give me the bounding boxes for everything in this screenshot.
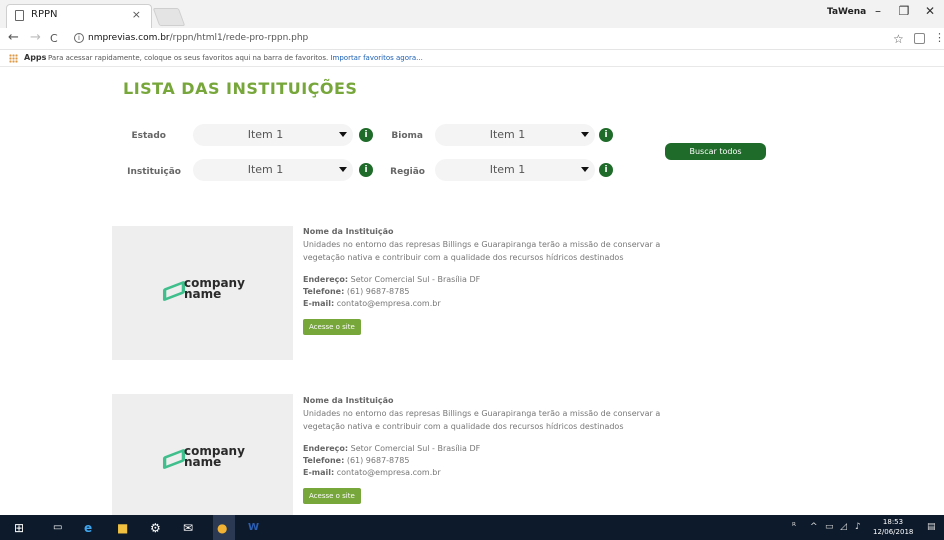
- reload-button[interactable]: C: [50, 32, 58, 45]
- regiao-info-icon[interactable]: i: [599, 163, 613, 177]
- institution-description: Unidades no entorno das represas Billing…: [303, 409, 661, 431]
- regiao-select[interactable]: Item 1: [435, 159, 595, 181]
- profile-name[interactable]: TaWena: [827, 7, 866, 17]
- page-title: LISTA DAS INSTITUIÇÕES: [123, 79, 358, 98]
- company-logo: company name: [162, 276, 254, 308]
- browser-menu-icon[interactable]: ⋮: [934, 31, 944, 44]
- phone-value: (61) 9687-8785: [346, 456, 410, 465]
- chevron-down-icon: [339, 132, 347, 137]
- estado-value: Item 1: [247, 128, 284, 141]
- clock-time: 18:53: [882, 518, 904, 526]
- institution-logo-image: company name: [112, 394, 293, 515]
- visit-site-button[interactable]: Acesse o site: [303, 319, 361, 335]
- chevron-down-icon: [581, 167, 589, 172]
- windows-start-icon[interactable]: ⊞: [14, 521, 24, 535]
- bioma-label: Bioma: [391, 131, 423, 141]
- regiao-label: Região: [390, 167, 425, 177]
- address-label: Endereço:: [303, 275, 349, 284]
- company-logo-text: company name: [184, 276, 245, 301]
- bioma-info-icon[interactable]: i: [599, 128, 613, 142]
- clock-date: 12/06/2018: [873, 528, 914, 536]
- chevron-down-icon: [339, 167, 347, 172]
- document-icon: [15, 10, 24, 21]
- new-tab-button[interactable]: [152, 8, 186, 26]
- chevron-down-icon: [581, 132, 589, 137]
- wifi-icon[interactable]: ◿: [840, 522, 847, 532]
- institution-logo-image: company name: [112, 226, 293, 360]
- company-logo: company name: [162, 444, 254, 476]
- people-icon[interactable]: ᴿ: [792, 522, 796, 532]
- tab-title: RPPN: [31, 9, 58, 20]
- institution-contact: Endereço: Setor Comercial Sul - Brasília…: [303, 443, 723, 479]
- address-label: Endereço:: [303, 444, 349, 453]
- browser-tab[interactable]: RPPN ×: [6, 4, 152, 28]
- url-text[interactable]: nmprevias.com.br/rppn/html1/rede-pro-rpp…: [88, 33, 308, 43]
- bookmarks-hint: Para acessar rapidamente, coloque os seu…: [48, 54, 423, 62]
- battery-icon[interactable]: ▭: [825, 522, 834, 532]
- institution-card: Nome da Instituição Unidades no entorno …: [303, 227, 723, 335]
- notifications-icon[interactable]: ▤: [927, 522, 936, 532]
- institution-contact: Endereço: Setor Comercial Sul - Brasília…: [303, 274, 723, 310]
- address-value: Setor Comercial Sul - Brasília DF: [350, 444, 481, 453]
- instituicao-select[interactable]: Item 1: [193, 159, 353, 181]
- phone-value: (61) 9687-8785: [346, 287, 410, 296]
- institution-card: Nome da Instituição Unidades no entorno …: [303, 396, 723, 504]
- bookmarks-bar: Apps Para acessar rapidamente, coloque o…: [0, 50, 944, 67]
- company-logo-icon: [162, 448, 186, 470]
- email-label: E-mail:: [303, 299, 335, 308]
- volume-icon[interactable]: ♪: [855, 522, 861, 532]
- estado-select[interactable]: Item 1: [193, 124, 353, 146]
- edge-browser-icon[interactable]: e: [84, 521, 92, 535]
- import-bookmarks-link[interactable]: Importar favoritos agora...: [330, 54, 422, 62]
- back-button[interactable]: ←: [8, 30, 19, 45]
- visit-site-button[interactable]: Acesse o site: [303, 488, 361, 504]
- search-all-button[interactable]: Buscar todos: [665, 143, 766, 160]
- close-window-button[interactable]: ✕: [918, 4, 942, 18]
- restore-button[interactable]: ❐: [892, 4, 916, 18]
- page-content: LISTA DAS INSTITUIÇÕES Estado Item 1 i B…: [0, 67, 944, 515]
- apps-link[interactable]: Apps: [24, 53, 46, 62]
- bioma-select[interactable]: Item 1: [435, 124, 595, 146]
- institution-name: Nome da Instituição: [303, 396, 394, 405]
- chrome-icon: ●: [217, 521, 228, 535]
- email-value: contato@empresa.com.br: [336, 468, 441, 477]
- company-logo-icon: [162, 280, 186, 302]
- phone-label: Telefone:: [303, 287, 345, 296]
- address-value: Setor Comercial Sul - Brasília DF: [350, 275, 481, 284]
- chrome-taskbar-button[interactable]: ●: [213, 515, 235, 540]
- address-bar[interactable]: i nmprevias.com.br/rppn/html1/rede-pro-r…: [70, 30, 920, 48]
- email-label: E-mail:: [303, 468, 335, 477]
- apps-grid-icon[interactable]: [9, 54, 18, 63]
- institution-description: Unidades no entorno das represas Billing…: [303, 240, 661, 262]
- forward-button[interactable]: →: [30, 30, 41, 45]
- tray-chevron-up-icon[interactable]: ^: [810, 522, 818, 532]
- email-value: contato@empresa.com.br: [336, 299, 441, 308]
- site-info-icon[interactable]: i: [74, 33, 84, 43]
- regiao-value: Item 1: [489, 163, 526, 176]
- settings-gear-icon[interactable]: ⚙: [150, 521, 161, 535]
- extension-icon[interactable]: [914, 33, 925, 44]
- institution-name: Nome da Instituição: [303, 227, 394, 236]
- system-clock[interactable]: 18:53 12/06/2018: [873, 517, 913, 537]
- bioma-value: Item 1: [489, 128, 526, 141]
- task-view-icon[interactable]: ▭: [53, 522, 62, 533]
- mail-icon[interactable]: ✉: [183, 521, 193, 535]
- browser-toolbar: ← → C i nmprevias.com.br/rppn/html1/rede…: [0, 28, 944, 50]
- phone-label: Telefone:: [303, 456, 345, 465]
- word-icon[interactable]: W: [248, 522, 259, 533]
- estado-label: Estado: [131, 131, 166, 141]
- minimize-button[interactable]: –: [866, 4, 890, 18]
- tab-close-button[interactable]: ×: [132, 8, 141, 21]
- windows-taskbar: ⊞ ▭ e ■ ⚙ ✉ ● W ᴿ ^ ▭ ◿ ♪ 18:53 12/06/20…: [0, 515, 944, 540]
- instituicao-value: Item 1: [247, 163, 284, 176]
- instituicao-label: Instituição: [127, 167, 181, 177]
- file-explorer-icon[interactable]: ■: [117, 521, 128, 535]
- company-logo-text: company name: [184, 444, 245, 469]
- browser-tab-bar: RPPN × TaWena – ❐ ✕: [0, 0, 944, 28]
- bookmark-star-icon[interactable]: ☆: [893, 32, 904, 46]
